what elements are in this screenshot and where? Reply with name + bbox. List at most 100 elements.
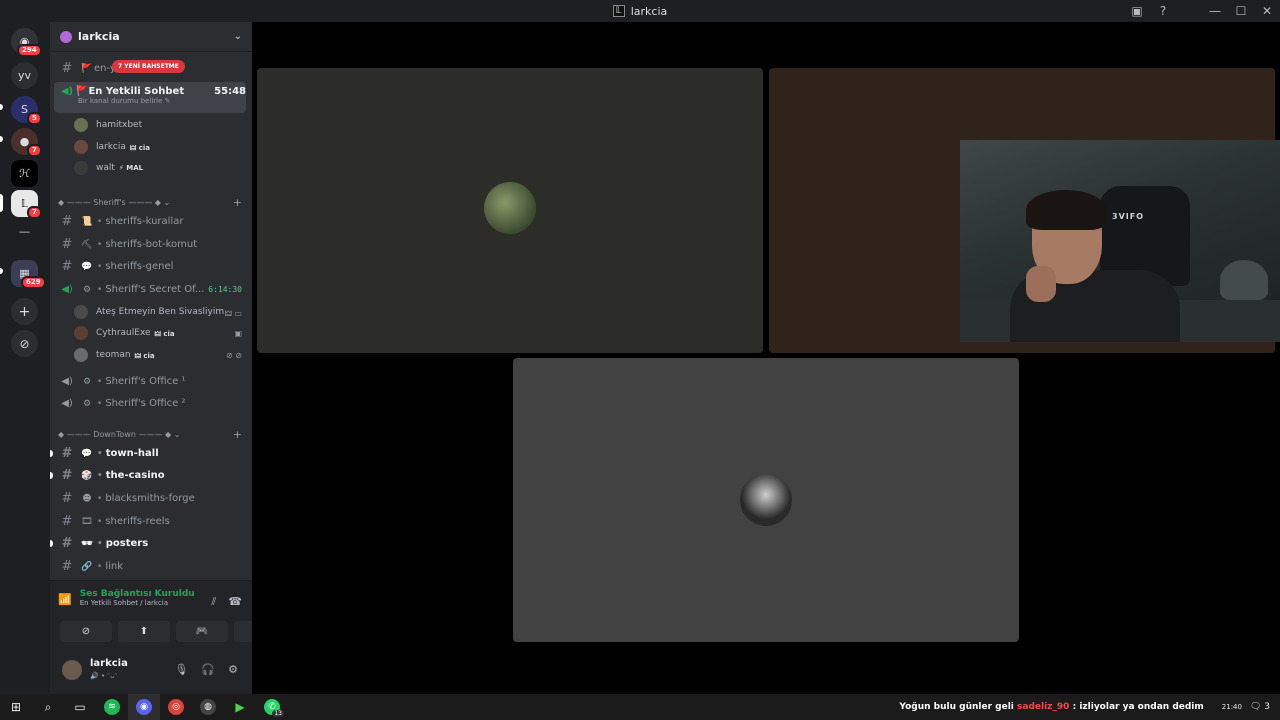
avatar[interactable] <box>62 660 82 680</box>
settings-gear-icon[interactable]: ⚙ <box>228 663 238 676</box>
obs-icon[interactable]: ◍ <box>192 694 224 720</box>
member-name: hamitxbet <box>96 120 143 130</box>
new-mentions-bar[interactable]: 7 YENİ BAHSETME <box>112 60 185 73</box>
inbox-icon[interactable]: ▣ <box>1124 4 1150 18</box>
noise-suppression-icon[interactable]: ⫽ <box>211 595 216 609</box>
explore-servers-icon[interactable]: ⊘ <box>11 330 38 357</box>
member-name: Ateş Etmeyin Ben Sivasliyim <box>96 307 225 317</box>
camera-toggle-button[interactable]: ⊘ <box>60 621 112 642</box>
channel-the-casino[interactable]: # 🎲 • the-casino <box>50 465 248 486</box>
disconnect-icon[interactable]: ☎ <box>228 595 242 609</box>
signal-icon[interactable]: 📶 <box>58 593 72 606</box>
channel-sheriffs-genel[interactable]: # 💬 • sheriffs-genel <box>54 256 248 277</box>
member-status-icons: ▣ <box>234 328 242 338</box>
server-folder[interactable]: ▦ 629 <box>11 260 46 289</box>
close-button[interactable]: ✕ <box>1254 4 1280 18</box>
spotify-icon[interactable]: ≋ <box>96 694 128 720</box>
guild-larkcia[interactable]: 𝕃 7 <box>11 190 42 219</box>
windows-start-icon[interactable]: ⊞ <box>0 694 32 720</box>
guild-photo[interactable]: ● 7 <box>11 128 42 157</box>
voice-member[interactable]: hamitxbet <box>74 115 248 135</box>
add-server-icon[interactable]: + <box>11 298 38 325</box>
voice-status[interactable]: Ses Bağlantısı Kuruldu <box>80 589 195 599</box>
guild-badge: 629 <box>21 276 46 289</box>
maximize-button[interactable]: ☐ <box>1228 4 1254 18</box>
guild-label: ℋ <box>19 167 30 180</box>
channel-sheriffs-bot-komut[interactable]: # ⛏ • sheriffs-bot-komut <box>54 234 248 255</box>
text-channel-icon: # <box>61 214 73 229</box>
activity-button[interactable]: 🎮 <box>176 621 228 642</box>
guild-h[interactable]: ℋ <box>11 160 38 187</box>
participant-tile[interactable] <box>513 358 1019 642</box>
channel-blacksmiths-forge[interactable]: # ☻ • blacksmiths-forge <box>54 488 248 509</box>
discord-taskbar-icon[interactable]: ◉ <box>128 694 160 720</box>
channel-sidebar: larkcia ⌄ # 🚩 en-y 7 YENİ BAHSETME ◀) 🚩 … <box>50 22 286 694</box>
guild-s[interactable]: S 5 <box>11 96 42 125</box>
member-status-icons: ⊘ ⊘ <box>226 350 242 360</box>
channel-sheriffs-kurallar[interactable]: # 📜 • sheriffs-kurallar <box>54 211 248 232</box>
separator-dot: • <box>97 216 103 227</box>
channel-label: Sheriff's Office ¹ <box>105 376 186 387</box>
voice-member[interactable]: CythraulExe 🜲 cia ▣ <box>74 323 248 343</box>
screen-share-button[interactable]: ⬆ <box>118 621 170 642</box>
separator-dot: • <box>97 561 103 572</box>
channel-posters[interactable]: # 🕶 • posters <box>50 533 248 554</box>
channel-label: sheriffs-kurallar <box>105 216 184 227</box>
channel-town-hall[interactable]: # 💬 • town-hall <box>50 443 248 464</box>
server-header[interactable]: larkcia ⌄ <box>50 22 252 52</box>
direct-messages-button[interactable]: ◉ 294 <box>11 28 42 57</box>
help-icon[interactable]: ? <box>1150 4 1176 18</box>
channel-link[interactable]: # 🔗 • link <box>54 556 248 577</box>
user-panel: larkcia 🔊 • ᵔᴗᵔ 🎙 🎧 ⚙ <box>50 650 252 694</box>
voice-member[interactable]: walt ⚡ MAL <box>74 158 248 178</box>
link-icon: 🔗 <box>81 561 93 572</box>
text-channel-icon: # <box>61 259 73 274</box>
server-name: larkcia <box>78 30 120 43</box>
voice-channel-sheriffs-office-2[interactable]: ◀) ⚙ • Sheriff's Office ² <box>54 393 248 414</box>
category-downtown[interactable]: ◆ ——— DownTown ——— ◆ ⌄ + <box>58 426 248 442</box>
voice-member[interactable]: teoman 🜲 cia ⊘ ⊘ <box>74 345 248 365</box>
voice-channel-sheriffs-office-1[interactable]: ◀) ⚙ • Sheriff's Office ¹ <box>54 371 248 392</box>
channel-emoji: 🎲 <box>81 470 93 481</box>
member-name: walt <box>96 163 115 173</box>
participant-avatar <box>740 474 792 526</box>
voice-connection-panel: 📶 Ses Bağlantısı Kuruldu En Yetkili Sohb… <box>50 580 286 650</box>
category-sheriffs[interactable]: ◆ ——— Sheriff's ——— ◆ ⌄ + <box>58 194 248 210</box>
guild-yv[interactable]: yv <box>11 62 38 89</box>
add-channel-icon[interactable]: + <box>233 428 242 441</box>
gamepad-icon: 🎮 <box>195 626 209 637</box>
channel-emoji: 💬 <box>81 448 93 459</box>
chrome-icon[interactable]: ◎ <box>160 694 192 720</box>
voice-channel-sheriffs-secret[interactable]: ◀) ⚙ • Sheriff's Secret Of... 6:14:30 <box>54 279 248 300</box>
guild-line[interactable]: — <box>11 218 38 245</box>
add-channel-icon[interactable]: + <box>233 196 242 209</box>
separator-dot: • <box>97 376 103 387</box>
channel-emoji: 🚩 <box>76 85 89 97</box>
channel-sheriffs-reels[interactable]: # 🎞 • sheriffs-reels <box>54 511 248 532</box>
microphone-icon[interactable]: 🎙 <box>174 663 188 676</box>
camera-feed[interactable]: 3VIFO <box>960 140 1280 342</box>
separator-dot: • <box>97 398 103 409</box>
voice-channel-en-yetkili-sohbet[interactable]: ◀) 🚩 En Yetkili Sohbet 55:48 Bir kanal d… <box>54 82 246 113</box>
task-view-icon[interactable]: ▭ <box>64 694 96 720</box>
stream-chat-ticker: Yoğun bulu günler geli sadeliz_90 : izli… <box>899 702 1203 712</box>
notifications-icon[interactable]: 🗨 3 <box>1250 702 1270 712</box>
participant-tile[interactable] <box>257 68 763 353</box>
headphones-icon[interactable]: 🎧 <box>201 663 215 676</box>
username[interactable]: larkcia <box>90 658 128 669</box>
voice-member[interactable]: larkcia 🜲 cia <box>74 137 248 157</box>
channel-status[interactable]: Bir kanal durumu belirle ✎ <box>54 97 246 105</box>
search-icon[interactable]: ⌕ <box>32 694 64 720</box>
text-channel-icon: # <box>61 491 73 506</box>
text-channel-icon: # <box>61 468 73 483</box>
clock[interactable]: 21:40 <box>1222 703 1242 712</box>
channel-label: town-hall <box>105 448 159 459</box>
avatar <box>74 326 88 340</box>
voice-location[interactable]: En Yetkili Sohbet / larkcia <box>80 599 195 607</box>
play-app-icon[interactable]: ▶ <box>224 694 256 720</box>
whatsapp-icon[interactable]: ✆ 13 <box>256 694 288 720</box>
minimize-button[interactable]: — <box>1202 4 1228 18</box>
chevron-down-icon: ⌄ <box>233 31 242 42</box>
voice-member[interactable]: Ateş Etmeyin Ben Sivasliyim 🜲 ▭ <box>74 302 248 322</box>
app-icon: 𝕃 <box>612 5 625 17</box>
